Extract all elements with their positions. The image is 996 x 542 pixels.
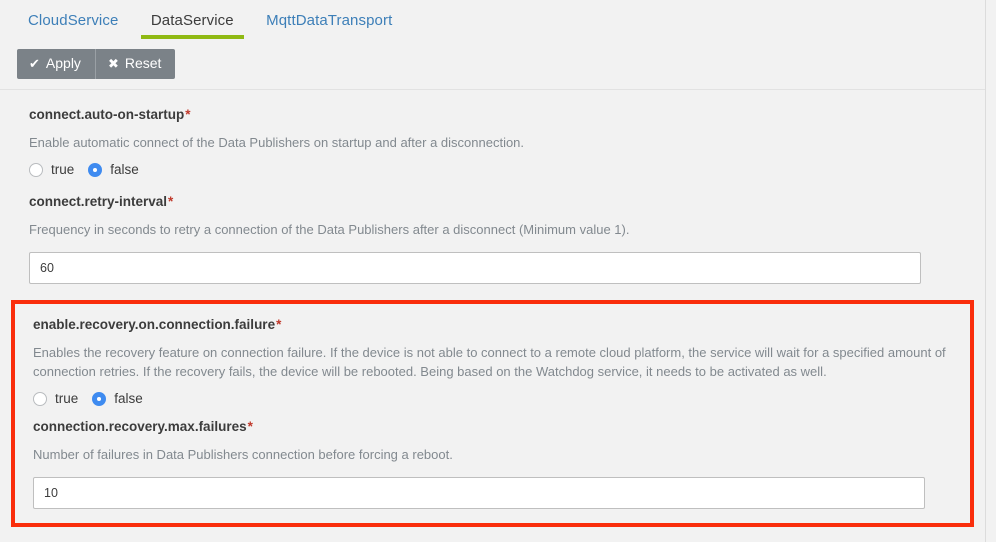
app-root: CloudService DataService MqttDataTranspo… bbox=[0, 0, 996, 542]
content-panel: CloudService DataService MqttDataTranspo… bbox=[0, 0, 986, 542]
action-toolbar: ✔ Apply ✖ Reset bbox=[0, 41, 985, 89]
tab-cloudservice[interactable]: CloudService bbox=[14, 0, 132, 41]
reset-button[interactable]: ✖ Reset bbox=[94, 49, 176, 79]
check-icon: ✔ bbox=[29, 56, 40, 71]
radio-option-label: false bbox=[110, 162, 139, 177]
apply-button-label: Apply bbox=[45, 55, 81, 71]
radio-option-true[interactable]: true bbox=[33, 392, 78, 406]
tab-dataservice[interactable]: DataService bbox=[137, 0, 248, 41]
tab-bar: CloudService DataService MqttDataTranspo… bbox=[0, 0, 985, 41]
field-label: connect.retry-interval* bbox=[29, 177, 969, 211]
close-icon: ✖ bbox=[107, 56, 119, 71]
radio-group: true false bbox=[33, 392, 956, 406]
button-group: ✔ Apply ✖ Reset bbox=[17, 49, 176, 79]
field-name: connect.retry-interval bbox=[29, 194, 168, 209]
radio-option-label: false bbox=[114, 391, 143, 406]
field-label: connection.recovery.max.failures* bbox=[33, 406, 956, 436]
radio-option-false[interactable]: false bbox=[92, 392, 143, 406]
field-description: Number of failures in Data Publishers co… bbox=[33, 447, 453, 462]
highlighted-settings-group: enable.recovery.on.connection.failure* E… bbox=[11, 300, 974, 527]
field-label: connect.auto-on-startup* bbox=[29, 90, 969, 124]
radio-icon[interactable] bbox=[33, 392, 47, 406]
radio-icon-selected[interactable] bbox=[88, 163, 103, 177]
required-asterisk: * bbox=[185, 107, 191, 122]
required-asterisk: * bbox=[168, 194, 174, 209]
field-description: Enables the recovery feature on connecti… bbox=[33, 345, 946, 379]
radio-option-label: true bbox=[55, 391, 79, 406]
field-description: Enable automatic connect of the Data Pub… bbox=[29, 135, 525, 150]
field-connect-retry-interval: connect.retry-interval* Frequency in sec… bbox=[0, 177, 985, 284]
tab-mqttdatatransport[interactable]: MqttDataTransport bbox=[252, 0, 406, 41]
field-name: connect.auto-on-startup bbox=[29, 107, 185, 122]
configuration-form: connect.auto-on-startup* Enable automati… bbox=[0, 90, 985, 527]
max-failures-input[interactable] bbox=[33, 477, 925, 509]
field-name: connection.recovery.max.failures bbox=[33, 419, 247, 434]
radio-option-label: true bbox=[51, 162, 75, 177]
required-asterisk: * bbox=[247, 419, 253, 434]
field-name: enable.recovery.on.connection.failure bbox=[33, 317, 276, 332]
field-connection-recovery-max-failures: connection.recovery.max.failures* Number… bbox=[15, 406, 970, 509]
radio-option-false[interactable]: false bbox=[88, 163, 139, 177]
required-asterisk: * bbox=[276, 317, 282, 332]
radio-icon[interactable] bbox=[29, 163, 43, 177]
radio-group: true false bbox=[29, 163, 969, 177]
retry-interval-input[interactable] bbox=[29, 252, 921, 284]
apply-button[interactable]: ✔ Apply bbox=[17, 49, 95, 79]
field-enable-recovery-on-connection-failure: enable.recovery.on.connection.failure* E… bbox=[15, 304, 970, 406]
radio-icon-selected[interactable] bbox=[92, 392, 107, 406]
radio-option-true[interactable]: true bbox=[29, 163, 74, 177]
field-description: Frequency in seconds to retry a connecti… bbox=[29, 222, 630, 237]
reset-button-label: Reset bbox=[124, 55, 162, 71]
field-connect-auto-on-startup: connect.auto-on-startup* Enable automati… bbox=[0, 90, 985, 177]
field-label: enable.recovery.on.connection.failure* bbox=[33, 304, 956, 334]
